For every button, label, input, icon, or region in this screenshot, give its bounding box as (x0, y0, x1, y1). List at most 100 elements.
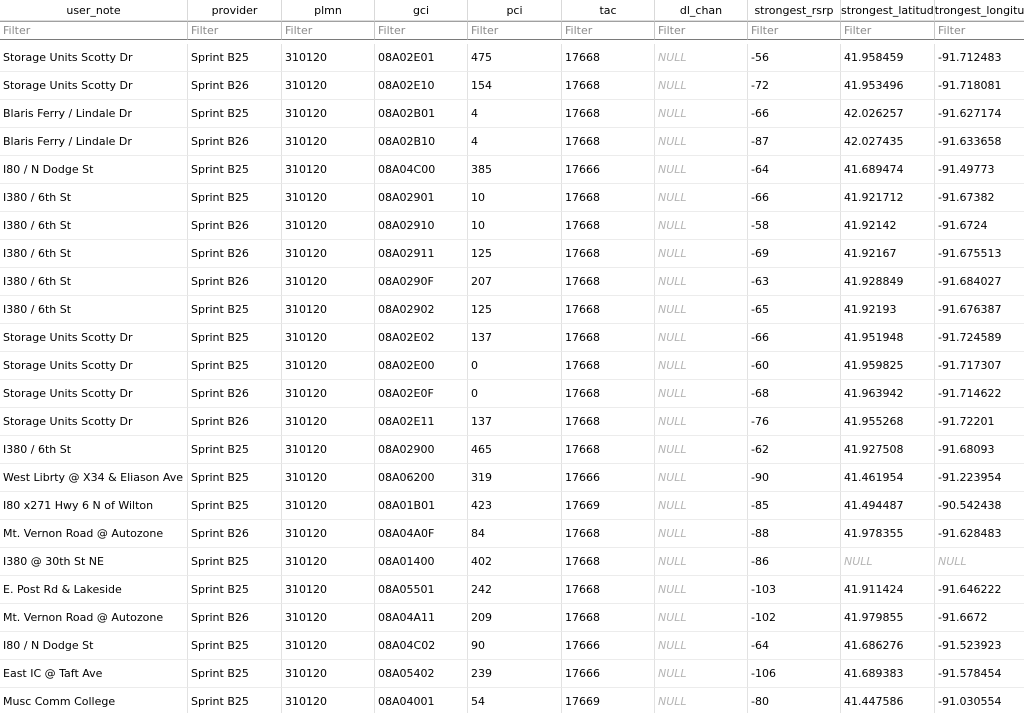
column-header-gci[interactable]: gci (375, 0, 468, 21)
cell-plmn[interactable]: 310120 (282, 464, 375, 492)
cell-pci[interactable]: 4 (468, 128, 562, 156)
cell-user-note[interactable]: Storage Units Scotty Dr (0, 408, 188, 436)
column-header-strongest-latitude[interactable]: strongest_latitude (841, 0, 935, 21)
cell-provider[interactable]: Sprint B25 (188, 156, 282, 184)
cell-user-note[interactable]: I80 / N Dodge St (0, 156, 188, 184)
cell-gci[interactable]: 08A02B01 (375, 100, 468, 128)
cell-strongest-rsrp[interactable]: -58 (748, 212, 841, 240)
cell-plmn[interactable]: 310120 (282, 240, 375, 268)
cell-plmn[interactable]: 310120 (282, 128, 375, 156)
cell-strongest-rsrp[interactable]: -68 (748, 380, 841, 408)
filter-input-tac[interactable] (562, 22, 654, 39)
cell-strongest-latitude[interactable]: 41.911424 (841, 576, 935, 604)
filter-input-strongest-longitude[interactable] (935, 22, 1024, 39)
column-header-user-note[interactable]: user_note (0, 0, 188, 21)
cell-plmn[interactable]: 310120 (282, 352, 375, 380)
cell-strongest-longitude[interactable]: -91.628483 (935, 520, 1024, 548)
cell-tac[interactable]: 17668 (562, 352, 655, 380)
table-row[interactable]: Blaris Ferry / Lindale Dr Sprint B25 31012… (0, 100, 1024, 128)
cell-dl-chan[interactable]: NULL (655, 520, 748, 548)
cell-strongest-rsrp[interactable]: -63 (748, 268, 841, 296)
cell-dl-chan[interactable]: NULL (655, 268, 748, 296)
cell-gci[interactable]: 08A02910 (375, 212, 468, 240)
cell-tac[interactable]: 17666 (562, 464, 655, 492)
cell-user-note[interactable]: Storage Units Scotty Dr (0, 72, 188, 100)
cell-user-note[interactable]: Storage Units Scotty Dr (0, 324, 188, 352)
cell-provider[interactable]: Sprint B25 (188, 548, 282, 576)
cell-user-note[interactable]: Mt. Vernon Road @ Autozone (0, 520, 188, 548)
cell-pci[interactable]: 319 (468, 464, 562, 492)
cell-dl-chan[interactable]: NULL (655, 212, 748, 240)
cell-pci[interactable]: 0 (468, 380, 562, 408)
cell-tac[interactable]: 17668 (562, 324, 655, 352)
cell-dl-chan[interactable]: NULL (655, 436, 748, 464)
cell-strongest-longitude[interactable]: -91.49773 (935, 156, 1024, 184)
filter-input-plmn[interactable] (282, 22, 374, 39)
cell-provider[interactable]: Sprint B26 (188, 128, 282, 156)
filter-input-user-note[interactable] (0, 22, 187, 39)
cell-strongest-rsrp[interactable]: -64 (748, 156, 841, 184)
cell-strongest-longitude[interactable]: -91.030554 (935, 688, 1024, 713)
cell-strongest-latitude[interactable]: 41.928849 (841, 268, 935, 296)
cell-strongest-longitude[interactable]: -91.718081 (935, 72, 1024, 100)
column-header-plmn[interactable]: plmn (282, 0, 375, 21)
table-row[interactable]: I380 / 6th St Sprint B25 310120 08A02900 465… (0, 436, 1024, 464)
cell-strongest-longitude[interactable]: -91.633658 (935, 128, 1024, 156)
cell-tac[interactable]: 17669 (562, 492, 655, 520)
cell-gci[interactable]: 08A02E01 (375, 44, 468, 72)
cell-provider[interactable]: Sprint B25 (188, 184, 282, 212)
cell-gci[interactable]: 08A04C02 (375, 632, 468, 660)
cell-provider[interactable]: Sprint B26 (188, 240, 282, 268)
cell-strongest-rsrp[interactable]: -65 (748, 296, 841, 324)
cell-provider[interactable]: Sprint B26 (188, 408, 282, 436)
cell-strongest-longitude[interactable]: -91.523923 (935, 632, 1024, 660)
cell-pci[interactable]: 242 (468, 576, 562, 604)
cell-strongest-latitude[interactable]: 41.494487 (841, 492, 935, 520)
cell-plmn[interactable]: 310120 (282, 604, 375, 632)
cell-strongest-longitude[interactable]: -91.724589 (935, 324, 1024, 352)
cell-plmn[interactable]: 310120 (282, 184, 375, 212)
cell-strongest-latitude[interactable]: 41.447586 (841, 688, 935, 713)
cell-tac[interactable]: 17668 (562, 548, 655, 576)
cell-dl-chan[interactable]: NULL (655, 688, 748, 713)
cell-strongest-longitude[interactable]: -91.684027 (935, 268, 1024, 296)
cell-strongest-longitude[interactable]: -91.627174 (935, 100, 1024, 128)
cell-user-note[interactable]: Storage Units Scotty Dr (0, 44, 188, 72)
cell-pci[interactable]: 10 (468, 184, 562, 212)
cell-pci[interactable]: 402 (468, 548, 562, 576)
cell-strongest-rsrp[interactable]: -86 (748, 548, 841, 576)
cell-plmn[interactable]: 310120 (282, 660, 375, 688)
cell-dl-chan[interactable]: NULL (655, 156, 748, 184)
cell-strongest-latitude[interactable]: 41.979855 (841, 604, 935, 632)
cell-tac[interactable]: 17668 (562, 380, 655, 408)
cell-strongest-latitude[interactable]: 42.027435 (841, 128, 935, 156)
column-header-dl-chan[interactable]: dl_chan (655, 0, 748, 21)
cell-gci[interactable]: 08A02B10 (375, 128, 468, 156)
cell-provider[interactable]: Sprint B25 (188, 296, 282, 324)
table-row[interactable]: Blaris Ferry / Lindale Dr Sprint B26 31012… (0, 128, 1024, 156)
cell-plmn[interactable]: 310120 (282, 72, 375, 100)
cell-provider[interactable]: Sprint B26 (188, 72, 282, 100)
cell-strongest-longitude[interactable]: -91.676387 (935, 296, 1024, 324)
cell-gci[interactable]: 08A02E11 (375, 408, 468, 436)
cell-strongest-latitude[interactable]: 41.958459 (841, 44, 935, 72)
cell-strongest-rsrp[interactable]: -80 (748, 688, 841, 713)
cell-user-note[interactable]: E. Post Rd & Lakeside (0, 576, 188, 604)
cell-provider[interactable]: Sprint B25 (188, 632, 282, 660)
cell-gci[interactable]: 08A01B01 (375, 492, 468, 520)
filter-input-provider[interactable] (188, 22, 281, 39)
cell-plmn[interactable]: 310120 (282, 156, 375, 184)
cell-strongest-latitude[interactable]: 41.461954 (841, 464, 935, 492)
cell-user-note[interactable]: I380 / 6th St (0, 240, 188, 268)
cell-dl-chan[interactable]: NULL (655, 44, 748, 72)
table-row[interactable]: Storage Units Scotty Dr Sprint B26 310120 0… (0, 380, 1024, 408)
cell-user-note[interactable]: East IC @ Taft Ave (0, 660, 188, 688)
cell-tac[interactable]: 17666 (562, 632, 655, 660)
cell-provider[interactable]: Sprint B25 (188, 352, 282, 380)
table-row[interactable]: Storage Units Scotty Dr Sprint B26 310120 0… (0, 408, 1024, 436)
table-row[interactable]: I380 / 6th St Sprint B26 310120 08A0290F 207… (0, 268, 1024, 296)
cell-strongest-latitude[interactable]: 41.92193 (841, 296, 935, 324)
cell-user-note[interactable]: I380 / 6th St (0, 436, 188, 464)
table-row[interactable]: Storage Units Scotty Dr Sprint B25 310120 0… (0, 44, 1024, 72)
cell-strongest-longitude[interactable]: -91.68093 (935, 436, 1024, 464)
